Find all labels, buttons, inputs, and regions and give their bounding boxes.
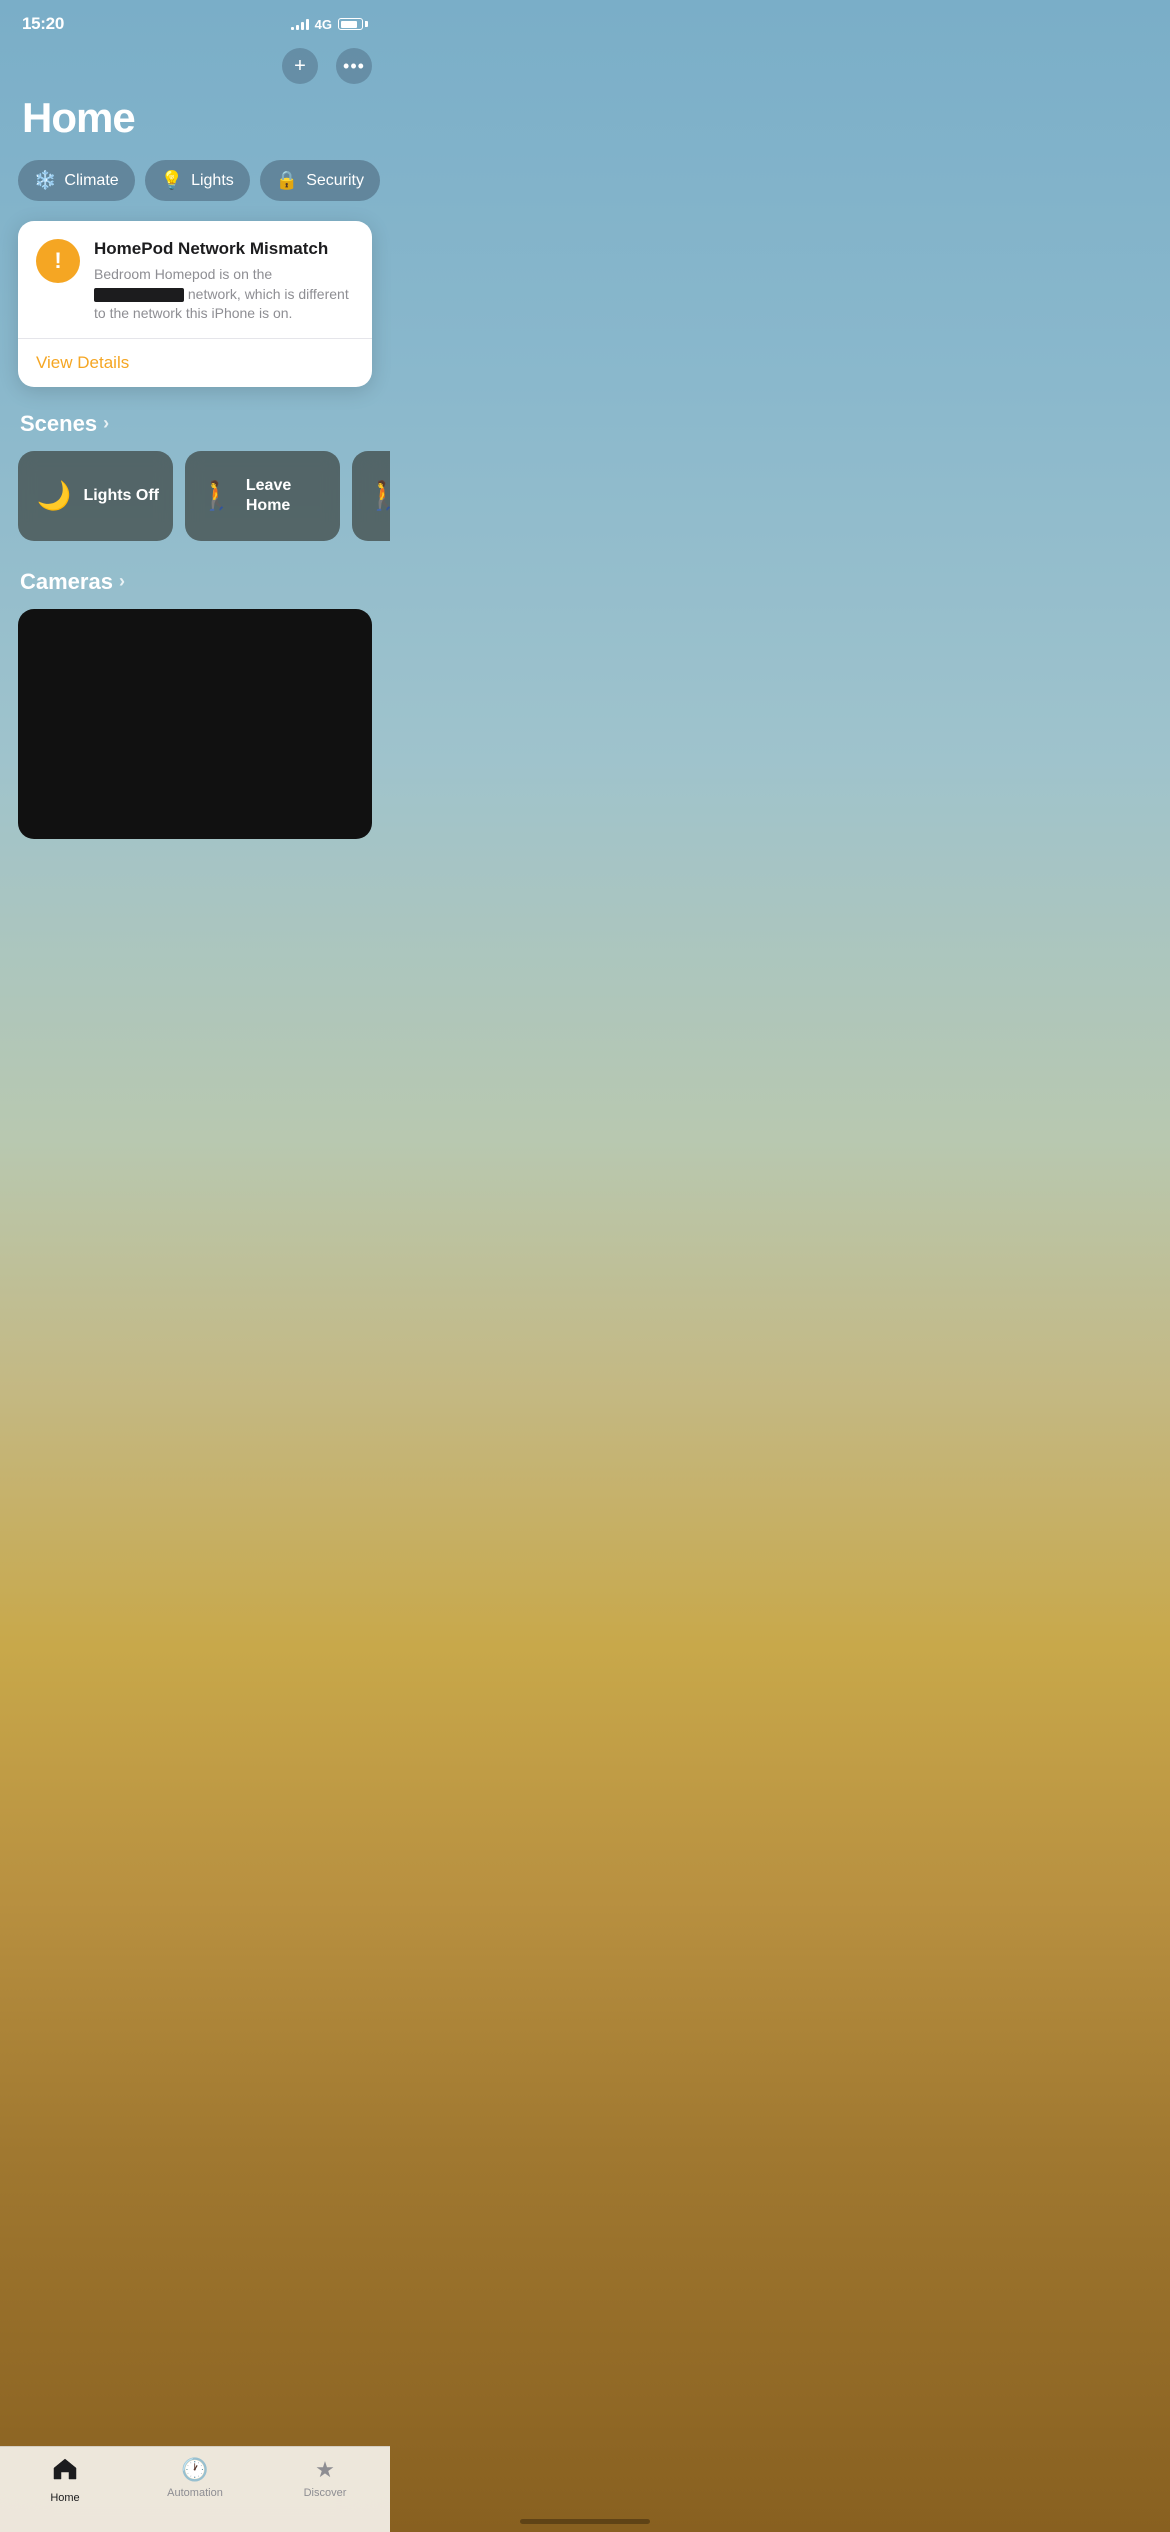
network-type: 4G: [315, 17, 332, 32]
status-icons: 4G: [291, 17, 368, 32]
more-button[interactable]: •••: [336, 48, 372, 84]
alert-card: ! HomePod Network Mismatch Bedroom Homep…: [18, 221, 372, 387]
cameras-header[interactable]: Cameras ›: [0, 569, 390, 609]
scene-arrive-home[interactable]: 🚶 Arrive Home: [352, 451, 390, 541]
lights-icon: 💡: [161, 170, 183, 191]
status-time: 15:20: [22, 14, 64, 34]
alert-body: Bedroom Homepod is on the network, which…: [94, 265, 354, 324]
home-indicator: [520, 2519, 650, 2524]
moon-icon: 🌙: [37, 479, 72, 512]
climate-label: Climate: [64, 172, 118, 190]
leave-home-label: Leave Home: [246, 476, 326, 516]
category-pills: ❄️ Climate 💡 Lights 🔒 Security 📺 Speaker…: [0, 160, 390, 221]
alert-body-text1: Bedroom Homepod is on the: [94, 266, 272, 282]
alert-warning-icon: !: [36, 239, 80, 283]
scenes-header[interactable]: Scenes ›: [0, 411, 390, 451]
ellipsis-icon: •••: [343, 57, 365, 75]
category-security[interactable]: 🔒 Security: [260, 160, 380, 201]
lights-label: Lights: [191, 172, 234, 190]
header-actions: + •••: [0, 40, 390, 84]
alert-title: HomePod Network Mismatch: [94, 239, 354, 259]
battery-icon: [338, 18, 368, 30]
cameras-label: Cameras: [20, 569, 113, 595]
view-details-button[interactable]: View Details: [36, 339, 354, 387]
alert-top: ! HomePod Network Mismatch Bedroom Homep…: [36, 239, 354, 324]
page-title: Home: [0, 84, 390, 160]
category-climate[interactable]: ❄️ Climate: [18, 160, 135, 201]
automation-tab-icon: 🕐: [181, 2457, 208, 2483]
scene-leave-home[interactable]: 🚶 Leave Home: [185, 451, 340, 541]
arrive-icon: 🚶: [366, 479, 390, 512]
security-label: Security: [306, 172, 364, 190]
discover-tab-icon: ★: [315, 2457, 335, 2483]
category-lights[interactable]: 💡 Lights: [145, 160, 250, 201]
cameras-section: Cameras ›: [0, 569, 390, 859]
add-button[interactable]: +: [282, 48, 318, 84]
lights-off-label: Lights Off: [83, 486, 159, 506]
alert-content: HomePod Network Mismatch Bedroom Homepod…: [94, 239, 354, 324]
camera-feed: [18, 609, 372, 839]
tab-home-label: Home: [50, 2492, 79, 2504]
status-bar: 15:20 4G: [0, 0, 390, 40]
scenes-chevron-icon: ›: [103, 413, 109, 434]
tab-automation-label: Automation: [167, 2487, 223, 2499]
climate-icon: ❄️: [34, 170, 56, 191]
tab-bar: Home 🕐 Automation ★ Discover: [0, 2446, 390, 2532]
scenes-label: Scenes: [20, 411, 97, 437]
scenes-row: 🌙 Lights Off 🚶 Leave Home 🚶 Arrive Home: [0, 451, 390, 569]
alert-redacted: [94, 288, 184, 302]
tab-home[interactable]: Home: [25, 2457, 105, 2504]
walking-person-icon: 🚶: [199, 479, 234, 512]
tab-discover[interactable]: ★ Discover: [285, 2457, 365, 2504]
tab-discover-label: Discover: [304, 2487, 347, 2499]
security-icon: 🔒: [276, 170, 298, 191]
plus-icon: +: [294, 56, 306, 76]
home-tab-icon: [52, 2457, 78, 2488]
tab-automation[interactable]: 🕐 Automation: [155, 2457, 235, 2504]
scene-lights-off[interactable]: 🌙 Lights Off: [18, 451, 173, 541]
signal-bars-icon: [291, 18, 309, 30]
cameras-chevron-icon: ›: [119, 571, 125, 592]
